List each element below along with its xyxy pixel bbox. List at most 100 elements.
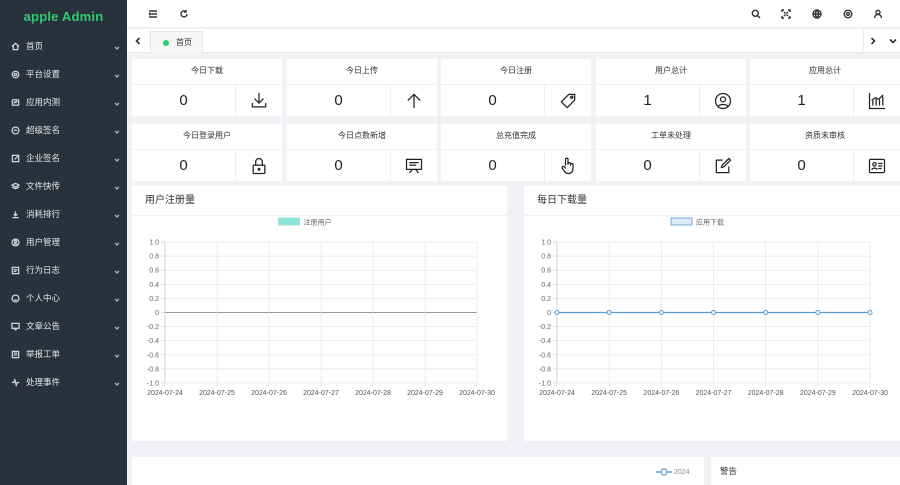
y-tick-label: 0.4 xyxy=(541,282,551,289)
download-tray-icon xyxy=(235,85,282,117)
stat-card-value: 0 xyxy=(488,157,497,174)
stat-card-9: 资质未审核 0 xyxy=(750,124,900,182)
app-test-icon xyxy=(10,97,20,107)
sidebar-item-label: 个人中心 xyxy=(26,293,61,303)
sidebar-item-6[interactable]: 消耗排行 xyxy=(0,200,127,228)
sidebar-item-label: 首页 xyxy=(26,41,44,51)
stat-card-title: 应用总计 xyxy=(809,66,841,75)
x-tick-label: 2024-07-26 xyxy=(251,390,287,397)
stat-card-title: 工单未处理 xyxy=(651,131,691,140)
data-point xyxy=(711,310,716,315)
sidebar-item-label: 超级签名 xyxy=(26,125,61,135)
legend-swatch xyxy=(670,217,693,226)
tab-menu-chevron-icon[interactable] xyxy=(884,29,900,53)
edit-icon xyxy=(10,153,20,163)
user-circle-icon xyxy=(10,237,20,247)
x-tick-label: 2024-07-30 xyxy=(852,390,888,397)
stat-card-value: 0 xyxy=(179,92,188,109)
stat-card-1: 今日上传 0 xyxy=(287,59,437,117)
data-point xyxy=(606,310,612,315)
signature-icon xyxy=(10,125,20,135)
stat-card-0: 今日下载 0 xyxy=(132,59,282,117)
sidebar-item-12[interactable]: 处理事件 xyxy=(0,368,127,396)
chevron-down-icon xyxy=(114,295,120,302)
chevron-down-icon xyxy=(114,351,120,358)
layers-icon xyxy=(10,181,20,191)
x-tick-label: 2024-07-25 xyxy=(199,390,235,397)
download-chart-panel: 每日下载量 应用下载 1.0 0.8 0.6 0.4 0.2 0 -0.2 -0.4 -0.6 -0… xyxy=(524,186,900,441)
fullscreen-icon[interactable] xyxy=(780,8,792,20)
chevron-down-icon xyxy=(114,127,120,134)
sidebar-item-0[interactable]: 首页 xyxy=(0,32,127,60)
stat-card-4: 应用总计 1 xyxy=(750,59,900,117)
stat-card-value: 0 xyxy=(334,157,343,174)
x-tick-label: 2024-07-29 xyxy=(407,390,443,397)
sidebar-item-3[interactable]: 超级签名 xyxy=(0,116,127,144)
sidebar-item-11[interactable]: 举报工单 xyxy=(0,340,127,368)
user-icon[interactable] xyxy=(872,8,884,20)
presentation-icon xyxy=(390,150,437,182)
ticket-icon xyxy=(10,349,20,359)
menu-toggle-icon[interactable] xyxy=(147,8,159,20)
chart-legend: 注册用户 xyxy=(278,218,332,227)
y-tick-label: -0.4 xyxy=(539,338,551,345)
stat-card-title: 今日登录用户 xyxy=(183,131,231,140)
app-logo[interactable]: apple Admin xyxy=(0,0,127,32)
bar-chart-icon xyxy=(853,85,900,117)
sidebar-item-9[interactable]: 个人中心 xyxy=(0,284,127,312)
stat-card-title: 今日上传 xyxy=(346,66,378,75)
stat-card-value: 1 xyxy=(643,92,652,109)
stat-card-value: 0 xyxy=(643,157,652,174)
sidebar-item-8[interactable]: 行为日志 xyxy=(0,256,127,284)
sidebar-item-4[interactable]: 企业签名 xyxy=(0,144,127,172)
y-tick-label: 0.2 xyxy=(541,296,551,303)
download-chart-title: 每日下载量 xyxy=(524,186,900,216)
sidebar-item-10[interactable]: 文章公告 xyxy=(0,312,127,340)
lock-icon xyxy=(235,150,282,182)
x-tick-label: 2024-07-28 xyxy=(748,390,784,397)
sidebar-item-label: 平台设置 xyxy=(26,69,61,79)
x-tick-label: 2024-07-30 xyxy=(459,390,495,397)
sidebar: apple Admin 首页平台设置应用内测超级签名企业签名 文件快传 消耗排行用户… xyxy=(0,0,127,485)
register-chart-title: 用户注册量 xyxy=(132,186,507,216)
yearly-legend-label: 2024 xyxy=(674,469,690,476)
stat-card-title: 用户总计 xyxy=(655,66,687,75)
hand-pointer-icon xyxy=(544,150,591,182)
sidebar-item-5[interactable]: 文件快传 xyxy=(0,172,127,200)
y-tick-label: -0.6 xyxy=(539,352,551,359)
stat-card-value: 0 xyxy=(334,92,343,109)
search-icon[interactable] xyxy=(750,8,762,20)
stat-card-title: 今日注册 xyxy=(500,66,532,75)
tab-scroll-left-icon[interactable] xyxy=(129,29,147,53)
chevron-down-icon xyxy=(114,43,120,50)
sidebar-item-7[interactable]: 用户管理 xyxy=(0,228,127,256)
stat-card-3: 用户总计 1 xyxy=(596,59,746,117)
x-tick-label: 2024-07-29 xyxy=(800,390,836,397)
tab-scroll-right-icon[interactable] xyxy=(863,29,881,53)
chevron-down-icon xyxy=(114,211,120,218)
x-tick-label: 2024-07-27 xyxy=(303,390,339,397)
refresh-icon[interactable] xyxy=(178,8,190,20)
tab-home-label: 首页 xyxy=(176,38,192,47)
sidebar-item-label: 举报工单 xyxy=(26,349,61,359)
warning-title: 警告 xyxy=(720,466,738,476)
y-tick-label: -0.2 xyxy=(539,324,551,331)
sidebar-item-label: 用户管理 xyxy=(26,237,61,247)
stat-card-title: 资质未审核 xyxy=(805,131,845,140)
x-tick-label: 2024-07-26 xyxy=(643,390,679,397)
x-tick-label: 2024-07-27 xyxy=(696,390,732,397)
stat-card-8: 工单未处理 0 xyxy=(596,124,746,182)
globe-icon[interactable] xyxy=(811,8,823,20)
chevron-down-icon xyxy=(114,239,120,246)
sidebar-item-2[interactable]: 应用内测 xyxy=(0,88,127,116)
sidebar-item-1[interactable]: 平台设置 xyxy=(0,60,127,88)
id-card-icon xyxy=(853,150,900,182)
tab-home[interactable]: 首页 xyxy=(150,31,203,53)
smile-icon xyxy=(10,293,20,303)
active-tab-dot xyxy=(163,39,169,46)
user-circle-icon xyxy=(699,85,746,117)
settings-icon[interactable] xyxy=(842,8,854,20)
y-tick-label: -0.2 xyxy=(147,324,159,331)
stat-card-5: 今日登录用户 0 xyxy=(132,124,282,182)
pulse-icon xyxy=(10,377,20,387)
